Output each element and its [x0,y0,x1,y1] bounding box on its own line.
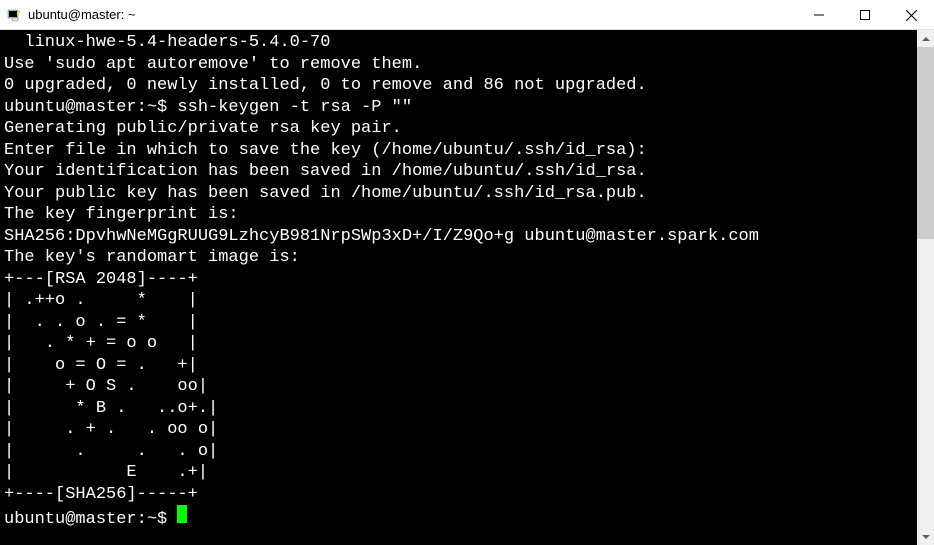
minimize-button[interactable] [796,0,842,30]
window-controls [796,0,934,29]
scroll-track[interactable] [917,47,934,528]
close-button[interactable] [888,0,934,30]
cursor [177,505,187,523]
terminal-wrapper: linux-hwe-5.4-headers-5.4.0-70 Use 'sudo… [0,30,934,545]
putty-icon [6,7,22,23]
maximize-button[interactable] [842,0,888,30]
terminal-prompt: ubuntu@master:~$ [4,509,177,531]
scroll-thumb[interactable] [917,47,934,239]
scroll-down-button[interactable] [917,528,934,545]
scroll-up-button[interactable] [917,30,934,47]
window-title: ubuntu@master: ~ [28,7,796,22]
terminal-output: linux-hwe-5.4-headers-5.4.0-70 Use 'sudo… [4,33,759,504]
titlebar: ubuntu@master: ~ [0,0,934,30]
scrollbar[interactable] [917,30,934,545]
terminal[interactable]: linux-hwe-5.4-headers-5.4.0-70 Use 'sudo… [0,30,917,545]
